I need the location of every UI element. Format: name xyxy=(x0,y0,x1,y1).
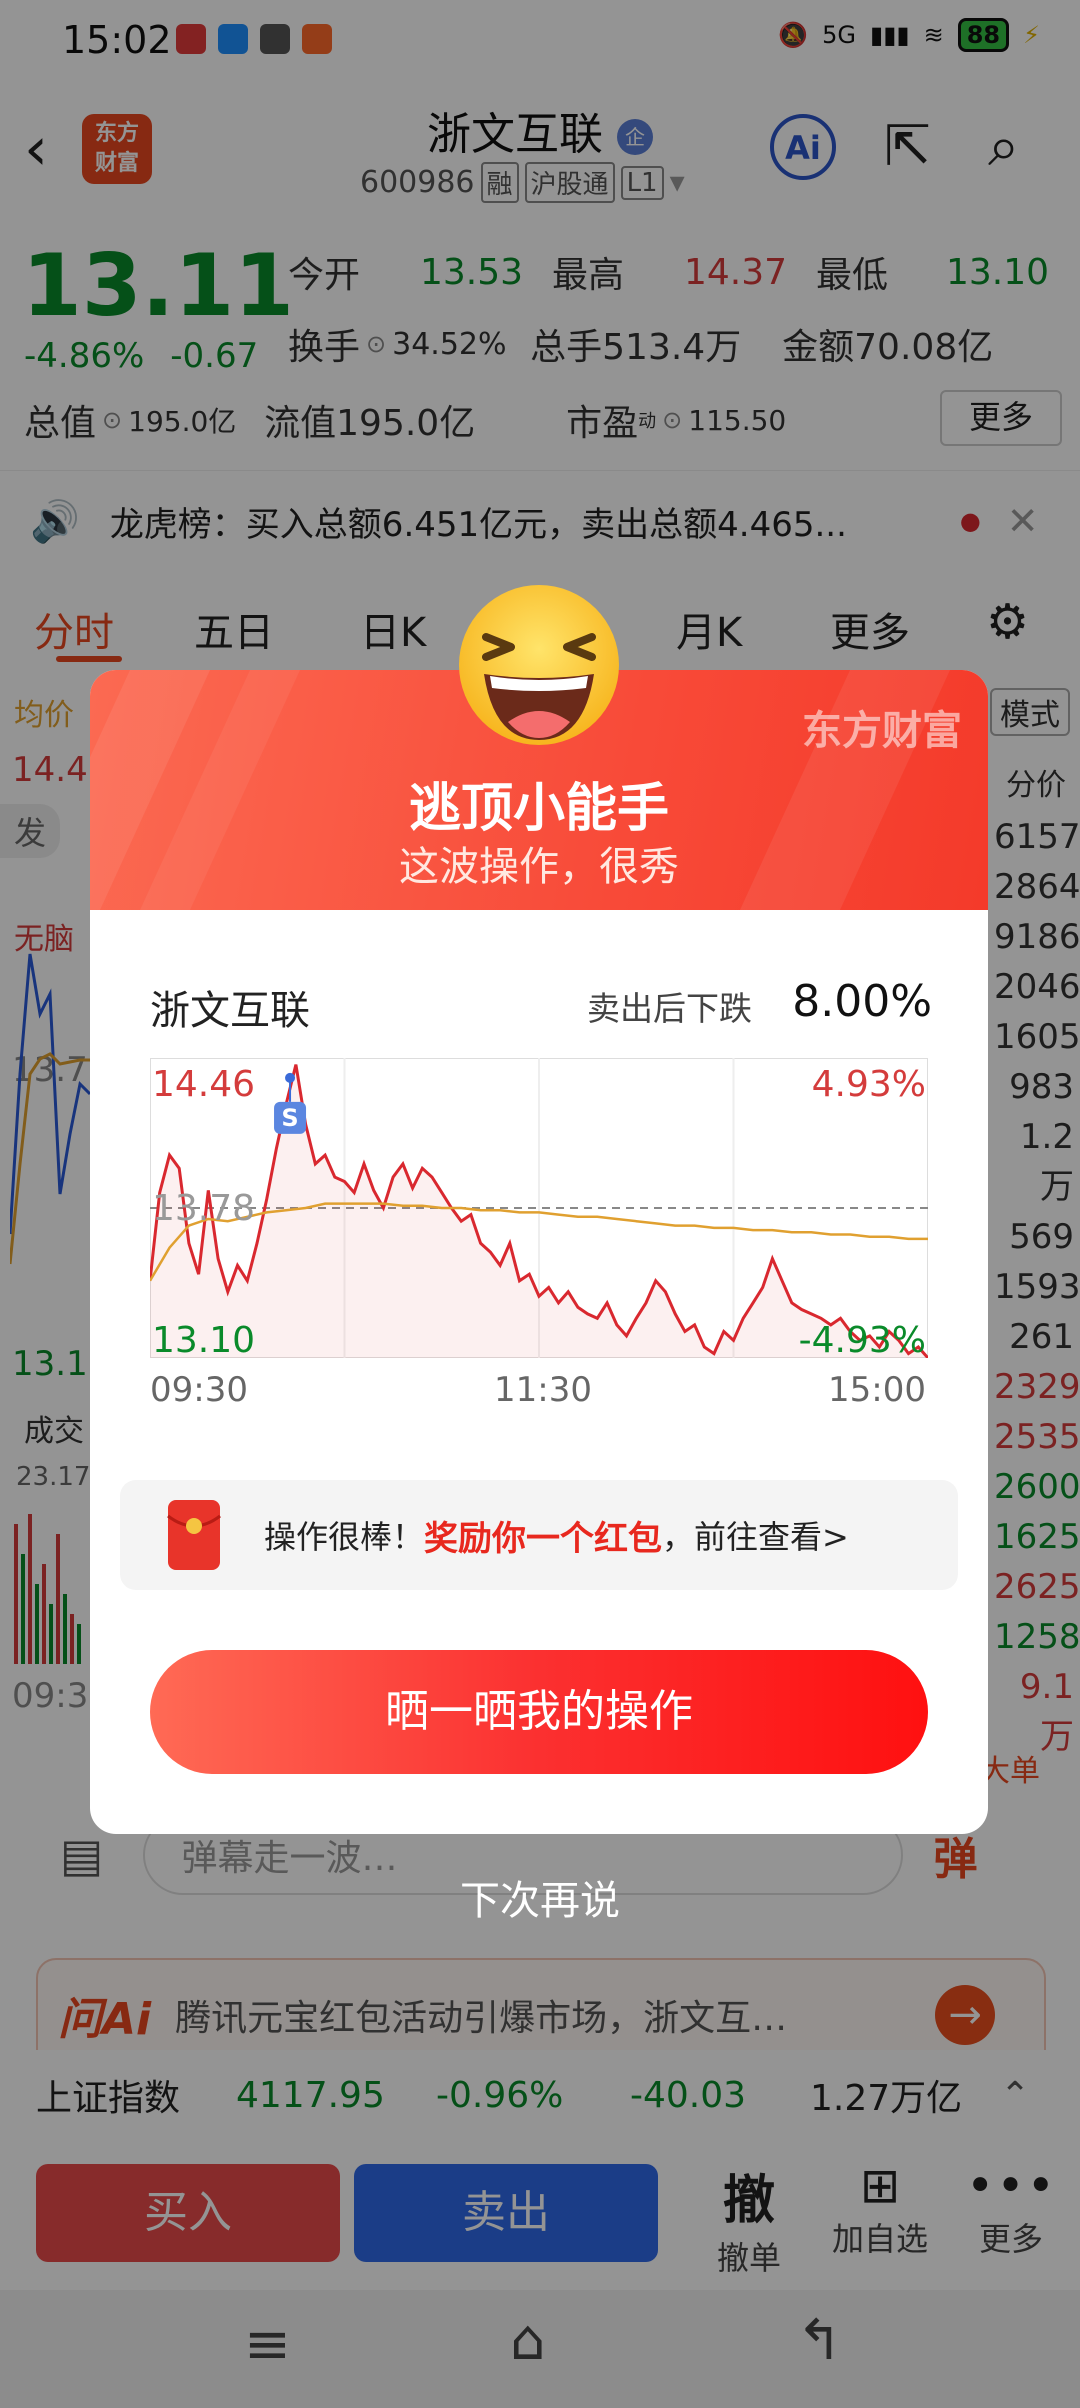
y-tick-high: 14.46 xyxy=(152,1064,255,1105)
x-tick-start: 09:30 xyxy=(150,1370,248,1410)
drop-value: 8.00% xyxy=(792,976,932,1027)
intraday-chart: S 14.46 13.78 13.10 4.93% -4.93% xyxy=(150,1058,928,1358)
brand-watermark: 东方财富 xyxy=(802,708,962,754)
dismiss-link[interactable]: 下次再说 xyxy=(0,1868,1080,1926)
x-tick-mid: 11:30 xyxy=(494,1370,592,1410)
laughing-emoji-icon xyxy=(459,585,619,745)
share-operation-button[interactable]: 晒一晒我的操作 xyxy=(150,1650,928,1774)
y-tick-right-high: 4.93% xyxy=(812,1064,926,1105)
red-envelope-icon xyxy=(167,1500,221,1570)
reward-prefix: 操作很棒！ xyxy=(264,1518,425,1556)
reward-suffix: ，前往查看> xyxy=(662,1518,849,1556)
modal-subtitle: 这波操作，很秀 xyxy=(399,844,679,890)
y-tick-low: 13.10 xyxy=(152,1320,255,1358)
drop-label: 卖出后下跌 xyxy=(587,989,752,1028)
x-tick-end: 15:00 xyxy=(828,1370,926,1410)
achievement-modal: 东方财富 逃顶小能手 这波操作，很秀 浙文互联 卖出后下跌 8.00% S 14.… xyxy=(90,670,988,1834)
y-tick-right-low: -4.93% xyxy=(799,1320,926,1358)
y-tick-mid: 13.78 xyxy=(152,1188,255,1229)
modal-title: 逃顶小能手 xyxy=(408,779,669,839)
reward-banner[interactable]: 操作很棒！ 奖励你一个红包 ，前往查看> xyxy=(120,1480,958,1590)
reward-highlight: 奖励你一个红包 xyxy=(424,1518,663,1559)
sell-marker-label: S xyxy=(281,1104,298,1132)
modal-stock-name: 浙文互联 xyxy=(150,988,310,1034)
